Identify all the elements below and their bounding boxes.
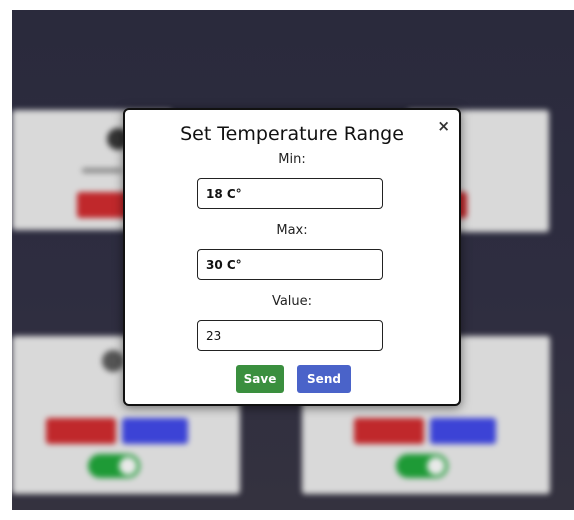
device-toggle	[88, 454, 140, 478]
device-action-button	[122, 418, 188, 444]
device-action-button	[46, 418, 116, 444]
device-label	[82, 168, 122, 173]
value-input[interactable]	[197, 320, 383, 351]
device-action-button	[354, 418, 424, 444]
temperature-range-modal: Set Temperature Range × Min: Max: Value:…	[123, 108, 461, 406]
save-button[interactable]: Save	[236, 365, 284, 393]
device-action-button	[430, 418, 496, 444]
device-toggle	[396, 454, 448, 478]
wifi-icon	[102, 350, 124, 372]
modal-title: Set Temperature Range	[180, 123, 404, 145]
send-button[interactable]: Send	[297, 365, 351, 393]
min-label: Min:	[278, 152, 306, 167]
max-input[interactable]	[197, 249, 383, 280]
value-label: Value:	[271, 294, 313, 309]
min-input[interactable]	[197, 178, 383, 209]
close-icon[interactable]: ×	[437, 119, 450, 134]
max-label: Max:	[276, 223, 308, 238]
